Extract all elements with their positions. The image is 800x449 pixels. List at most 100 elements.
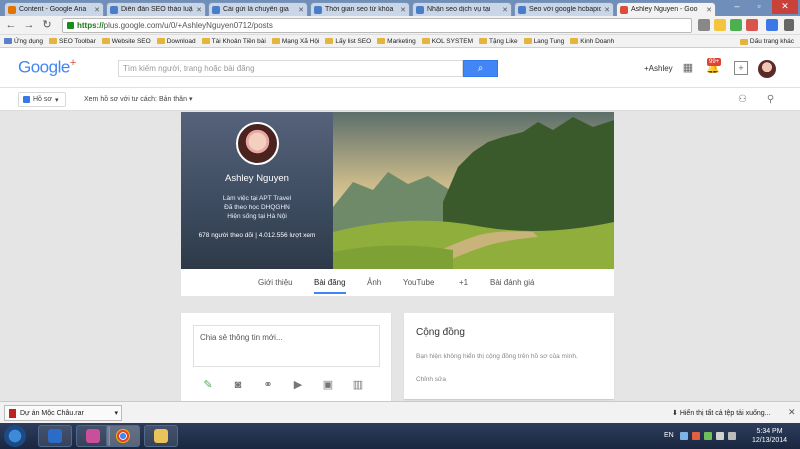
folder-icon	[271, 38, 280, 44]
bookmark-folder[interactable]: KOL SYSTEM	[421, 38, 473, 45]
star-icon[interactable]	[714, 19, 726, 31]
bookmark-folder[interactable]: Tặng Like	[479, 38, 518, 45]
close-icon[interactable]: ✕	[706, 6, 712, 14]
bookmark-folder[interactable]: Website SEO	[101, 38, 151, 45]
language-indicator[interactable]: EN	[664, 432, 674, 439]
tray-icon[interactable]	[704, 432, 712, 440]
video-icon[interactable]: ▶	[291, 379, 305, 391]
apps-grid-icon[interactable]: ▦	[681, 61, 695, 75]
pencil-icon[interactable]: ✎	[201, 379, 215, 391]
minimize-button[interactable]: –	[726, 0, 748, 14]
refresh-ext-icon[interactable]	[698, 19, 710, 31]
community-edit-link[interactable]: Chỉnh sửa	[416, 376, 446, 383]
community-title: Cộng đồng	[416, 327, 465, 338]
extension-icon[interactable]	[730, 19, 742, 31]
bookmark-label: Mạng Xã Hội	[281, 37, 320, 45]
bookmark-folder[interactable]: Tài Khoản Tiền bài	[201, 37, 266, 45]
event-icon[interactable]: ▣	[321, 379, 335, 391]
show-all-label: Hiển thị tất cả tệp tải xuống...	[679, 410, 771, 417]
taskbar-app[interactable]	[38, 425, 72, 447]
community-card: Cộng đồng Bạn hiện không hiển thị cộng đ…	[404, 313, 614, 399]
browser-tab[interactable]: Content - Google Ana ✕	[4, 2, 104, 16]
close-window-button[interactable]: ✕	[772, 0, 798, 14]
tab-photos[interactable]: Ảnh	[367, 278, 381, 287]
taskbar-explorer[interactable]	[144, 425, 178, 447]
bookmark-label: Tài Khoản Tiền bài	[211, 37, 266, 45]
browser-tab[interactable]: Seo với google hcbapid ✕	[514, 2, 614, 16]
maximize-button[interactable]: ▫	[748, 0, 770, 14]
bookmark-folder[interactable]: Mạng Xã Hội	[271, 37, 320, 45]
clock[interactable]: 5:34 PM 12/13/2014	[752, 427, 787, 445]
tab-plus-one[interactable]: +1	[459, 278, 468, 287]
close-icon[interactable]: ✕	[788, 407, 796, 418]
link-icon[interactable]: ⚭	[261, 379, 275, 391]
tab-youtube[interactable]: YouTube	[403, 278, 434, 287]
bookmark-folder[interactable]: Marketing	[377, 38, 416, 45]
menu-icon[interactable]	[784, 19, 794, 31]
folder-icon	[377, 38, 386, 44]
share-input[interactable]: Chia sẻ thông tin mới...	[193, 325, 380, 367]
close-icon[interactable]: ✕	[196, 6, 202, 14]
bookmark-folder[interactable]: Download	[156, 38, 196, 45]
bookmark-folder[interactable]: SEO Toolbar	[49, 38, 96, 45]
reload-button[interactable]: ↻	[40, 19, 54, 32]
forward-button[interactable]: →	[22, 19, 36, 32]
bookmark-label: Lang Tung	[533, 37, 565, 45]
start-button[interactable]	[4, 425, 26, 447]
download-item[interactable]: Dự án Mộc Châu.rar ▾	[4, 405, 122, 421]
view-as-dropdown[interactable]: Xem hồ sơ với tư cách: Bản thân ▾	[84, 95, 192, 103]
tab-title: Seo với google hcbapid	[529, 6, 602, 13]
search-button[interactable]: ⌕	[463, 60, 498, 77]
browser-tab[interactable]: Diễn đàn SEO thảo luậ ✕	[106, 2, 206, 16]
browser-tab[interactable]: Nhận seo dịch vụ tại ✕	[412, 2, 512, 16]
volume-icon[interactable]	[728, 432, 736, 440]
share-plus-icon[interactable]: +	[734, 61, 748, 75]
location-icon[interactable]: ⚲	[764, 93, 777, 106]
close-icon[interactable]: ✕	[400, 6, 406, 14]
close-icon[interactable]: ✕	[298, 6, 304, 14]
bookmark-apps[interactable]: Ứng dụng	[4, 38, 43, 45]
show-all-downloads-link[interactable]: ⬇ Hiển thị tất cả tệp tải xuống...	[672, 409, 770, 417]
user-name-link[interactable]: +Ashley	[644, 64, 673, 73]
folder-icon	[421, 38, 430, 44]
back-button[interactable]: ←	[4, 19, 18, 32]
profile-avatar[interactable]	[236, 122, 279, 165]
person-add-icon[interactable]: ⚇	[736, 93, 749, 106]
browser-tab[interactable]: Thời gian seo từ khóa ✕	[310, 2, 410, 16]
chrome-icon	[116, 429, 130, 443]
bookmark-folder[interactable]: Lấy list SEO	[325, 38, 371, 45]
tab-posts[interactable]: Bài đăng	[314, 278, 346, 294]
taskbar-app[interactable]	[76, 425, 110, 447]
search-input[interactable]: Tìm kiếm người, trang hoặc bài đăng	[118, 60, 463, 77]
tray-icon[interactable]	[680, 432, 688, 440]
avatar[interactable]	[758, 60, 776, 78]
cover-photo[interactable]	[333, 112, 614, 269]
tab-reviews[interactable]: Bài đánh giá	[490, 278, 534, 287]
camera-icon[interactable]: ◙	[231, 379, 245, 391]
home-menu-button[interactable]: Hồ sơ ▾	[18, 92, 66, 107]
network-icon[interactable]	[716, 432, 724, 440]
bookmark-other[interactable]: Dấu trang khác	[739, 35, 794, 48]
poll-icon[interactable]: ▥	[351, 379, 365, 391]
bookmark-folder[interactable]: Lang Tung	[523, 37, 565, 45]
google-plus-logo[interactable]: Google+	[18, 57, 76, 78]
browser-tab[interactable]: Cài gửi là chuyên gia ✕	[208, 2, 308, 16]
community-description: Bạn hiện không hiển thị cộng đồng trên h…	[416, 353, 578, 360]
close-icon[interactable]: ✕	[502, 6, 508, 14]
bookmark-folder[interactable]: Kinh Doanh	[570, 38, 614, 45]
cover-landscape-image	[333, 112, 614, 269]
chevron-down-icon[interactable]: ▾	[114, 409, 121, 417]
lock-icon	[67, 22, 74, 29]
browser-tab-active[interactable]: Ashley Nguyen - Goo ✕	[616, 2, 716, 16]
url-text: https://plus.google.com/u/0/+AshleyNguye…	[77, 21, 273, 30]
extension-icon[interactable]	[746, 19, 758, 31]
taskbar-chrome[interactable]	[106, 425, 140, 447]
tab-about[interactable]: Giới thiệu	[258, 278, 293, 287]
close-icon[interactable]: ✕	[604, 6, 610, 14]
extension-icon[interactable]	[766, 19, 778, 31]
folder-icon	[570, 38, 579, 44]
close-icon[interactable]: ✕	[94, 6, 100, 14]
logo-plus: +	[69, 57, 76, 69]
tray-icon[interactable]	[692, 432, 700, 440]
address-bar[interactable]: https://plus.google.com/u/0/+AshleyNguye…	[62, 18, 692, 33]
